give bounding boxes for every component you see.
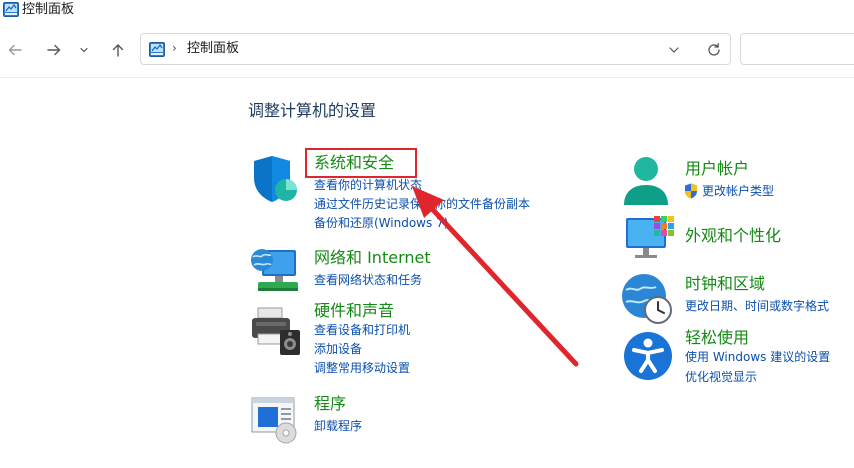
link-uninstall-program[interactable]: 卸载程序 <box>314 417 362 436</box>
address-history-dropdown[interactable] <box>665 41 683 59</box>
ease-of-access-icon <box>624 332 672 380</box>
page-heading: 调整计算机的设置 <box>248 101 377 120</box>
link-change-account-type[interactable]: 更改帐户类型 <box>702 182 774 201</box>
link-backup-restore[interactable]: 备份和还原(Windows 7) <box>314 214 448 233</box>
printer-speaker-icon <box>252 307 300 355</box>
link-devices-printers[interactable]: 查看设备和打印机 <box>314 321 410 340</box>
breadcrumb-separator[interactable]: › <box>172 41 177 55</box>
search-input[interactable] <box>740 33 854 65</box>
back-button[interactable] <box>4 38 26 62</box>
category-appearance-personalization[interactable]: 外观和个性化 <box>685 225 781 247</box>
programs-icon <box>251 397 297 444</box>
chevron-down-icon <box>669 47 679 53</box>
link-network-status[interactable]: 查看网络状态和任务 <box>314 271 422 290</box>
link-mobility-settings[interactable]: 调整常用移动设置 <box>314 359 410 378</box>
shield-icon <box>254 156 297 202</box>
category-user-accounts[interactable]: 用户帐户 <box>685 158 749 180</box>
network-globe-icon <box>251 249 298 291</box>
toolbar-divider <box>0 77 854 78</box>
up-button[interactable] <box>107 38 129 62</box>
title-bar: 控制面板 <box>0 0 854 22</box>
arrow-left-icon <box>8 44 22 56</box>
window-title: 控制面板 <box>22 2 75 17</box>
arrow-up-icon <box>112 44 124 57</box>
arrow-right-icon <box>47 44 61 56</box>
refresh-button[interactable] <box>704 40 724 60</box>
control-panel-icon <box>149 42 165 57</box>
clock-globe-icon <box>622 274 672 324</box>
link-windows-recommended-settings[interactable]: 使用 Windows 建议的设置 <box>685 348 830 367</box>
category-programs[interactable]: 程序 <box>314 393 346 415</box>
refresh-icon <box>708 43 720 56</box>
category-network-internet[interactable]: 网络和 Internet <box>314 247 431 269</box>
link-file-history-backup[interactable]: 通过文件历史记录保存你的文件备份副本 <box>314 195 530 214</box>
link-add-device[interactable]: 添加设备 <box>314 340 362 359</box>
category-ease-of-access[interactable]: 轻松使用 <box>685 327 749 349</box>
link-optimize-visual-display[interactable]: 优化视觉显示 <box>685 368 757 387</box>
category-system-security[interactable]: 系统和安全 <box>314 152 394 174</box>
recent-locations-button[interactable] <box>76 38 92 62</box>
uac-shield-icon <box>685 183 697 199</box>
address-bar[interactable]: › 控制面板 <box>140 33 731 65</box>
breadcrumb-control-panel[interactable]: 控制面板 <box>187 40 239 58</box>
chevron-down-icon <box>80 47 88 53</box>
category-hardware-sound[interactable]: 硬件和声音 <box>314 300 394 322</box>
forward-button[interactable] <box>43 38 65 62</box>
control-panel-icon <box>3 2 19 17</box>
category-clock-region[interactable]: 时钟和区域 <box>685 273 765 295</box>
appearance-monitor-icon <box>626 216 674 258</box>
link-view-computer-status[interactable]: 查看你的计算机状态 <box>314 176 422 195</box>
link-change-date-time-format[interactable]: 更改日期、时间或数字格式 <box>685 297 829 316</box>
user-account-icon <box>624 157 668 205</box>
